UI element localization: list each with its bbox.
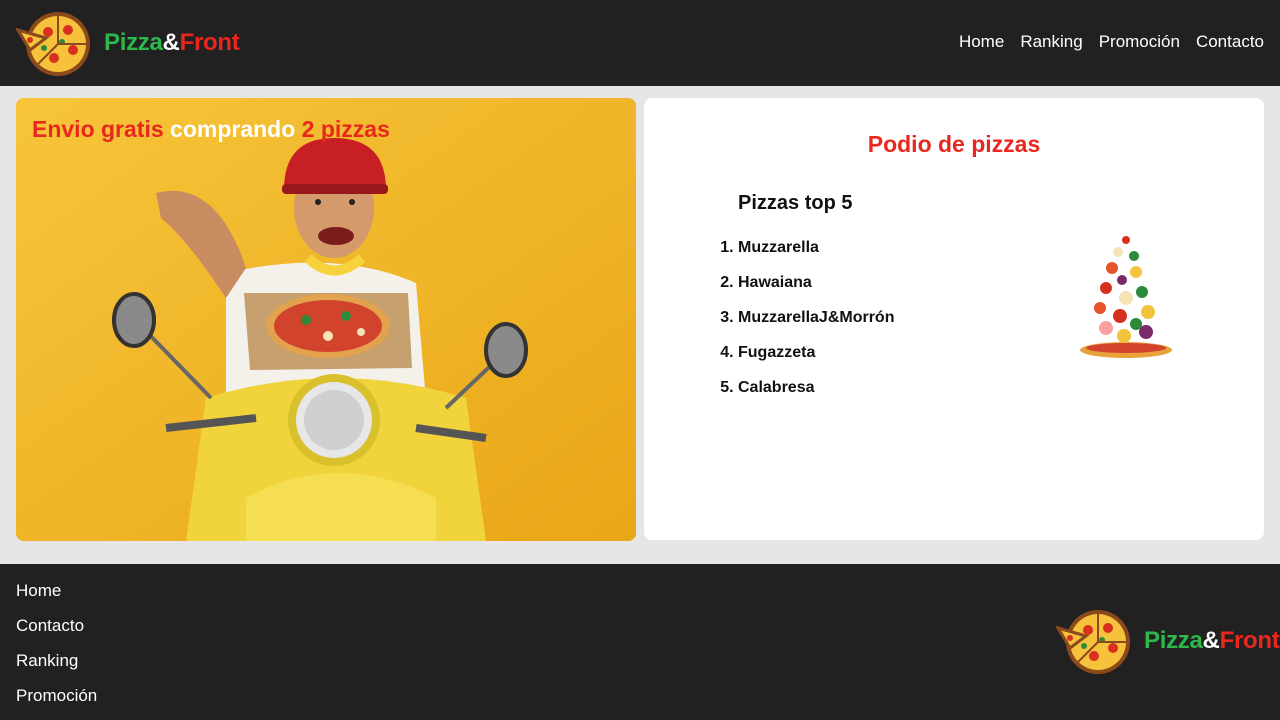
brand-part-pizza: Pizza <box>1144 627 1203 654</box>
nav-home[interactable]: Home <box>959 32 1004 52</box>
site-header: Pizza&Front Home Ranking Promoción Conta… <box>0 0 1280 86</box>
rank-pizza-name: MuzzarellaJ&Morrón <box>738 309 895 326</box>
rank-number: 5 <box>718 379 738 414</box>
rank-number: 3 <box>718 309 738 344</box>
ranking-subtitle: Pizzas top 5 <box>738 192 853 214</box>
pizza-ingredients-image <box>1080 236 1172 358</box>
promo-title-part1: Envio gratis <box>32 116 164 142</box>
rank-pizza-name: Fugazzeta <box>738 344 816 361</box>
footer-link-ranking[interactable]: Ranking <box>16 651 97 671</box>
nav-ranking[interactable]: Ranking <box>1020 32 1082 52</box>
list-item: 4Fugazzeta <box>718 344 894 379</box>
promo-card[interactable]: Envio gratis comprando 2 pizzas <box>16 98 636 541</box>
list-item: 2Hawaiana <box>718 274 894 309</box>
pizza-logo-icon <box>1056 610 1130 674</box>
footer-brand-logo[interactable]: Pizza&Front <box>1056 606 1280 676</box>
brand-logo[interactable]: Pizza&Front <box>16 8 240 78</box>
rank-number: 1 <box>718 239 738 274</box>
pizza-logo-icon <box>16 12 90 76</box>
brand-part-amp: & <box>162 29 180 56</box>
footer-link-home[interactable]: Home <box>16 581 97 601</box>
footer-link-contacto[interactable]: Contacto <box>16 616 97 636</box>
brand-name: Pizza&Front <box>1144 627 1280 655</box>
brand-part-pizza: Pizza <box>104 29 163 56</box>
footer-link-promocion[interactable]: Promoción <box>16 686 97 706</box>
list-item: 1Muzzarella <box>718 239 894 274</box>
ranking-title: Podio de pizzas <box>867 131 1041 157</box>
rank-pizza-name: Muzzarella <box>738 239 819 256</box>
nav-contacto[interactable]: Contacto <box>1196 32 1264 52</box>
rank-pizza-name: Hawaiana <box>738 274 812 291</box>
ranking-card: Podio de pizzas Pizzas top 5 1Muzzarella… <box>644 98 1264 540</box>
rank-pizza-name: Calabresa <box>738 379 815 396</box>
brand-part-front: Front <box>179 29 240 56</box>
delivery-man-image <box>16 98 636 541</box>
nav-promocion[interactable]: Promoción <box>1099 32 1180 52</box>
brand-name: Pizza&Front <box>104 29 240 57</box>
promo-title: Envio gratis comprando 2 pizzas <box>32 116 390 143</box>
footer-nav: Home Contacto Ranking Promoción <box>16 581 97 706</box>
ranking-list: 1Muzzarella 2Hawaiana 3MuzzarellaJ&Morró… <box>718 239 894 414</box>
promo-title-part2: comprando <box>170 116 296 142</box>
main-nav: Home Ranking Promoción Contacto <box>959 32 1264 52</box>
rank-number: 4 <box>718 344 738 379</box>
list-item: 3MuzzarellaJ&Morrón <box>718 309 894 344</box>
brand-part-front: Front <box>1219 627 1280 654</box>
rank-number: 2 <box>718 274 738 309</box>
brand-part-amp: & <box>1202 627 1220 654</box>
list-item: 5Calabresa <box>718 379 894 414</box>
promo-title-part3: 2 pizzas <box>301 116 390 142</box>
